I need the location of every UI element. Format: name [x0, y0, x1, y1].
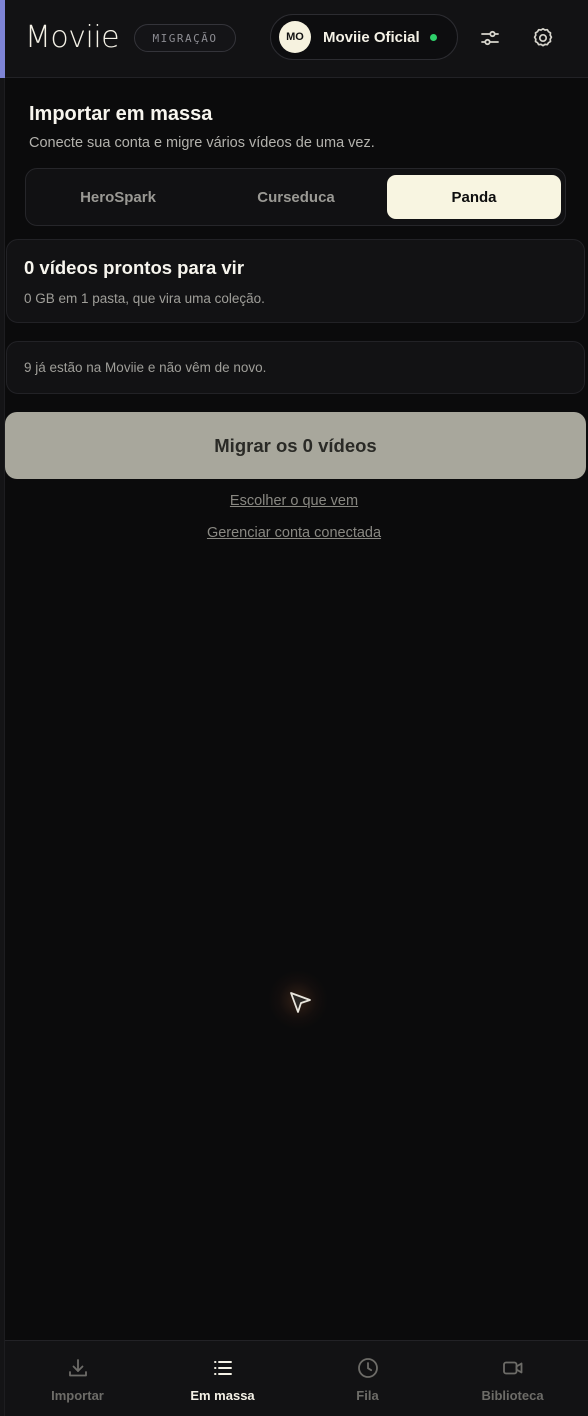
nav-label: Em massa — [190, 1388, 255, 1403]
choose-videos-link[interactable]: Escolher o que vem — [0, 493, 588, 509]
clock-icon — [356, 1356, 380, 1380]
migrate-button[interactable]: Migrar os 0 vídeos — [5, 412, 586, 479]
nav-label: Biblioteca — [481, 1388, 544, 1403]
source-selector: HeroSpark Curseduca Panda — [25, 168, 566, 226]
page-subtitle: Conecte sua conta e migre vários vídeos … — [29, 135, 375, 151]
already-imported-note: 9 já estão na Moviie e não vêm de novo. — [6, 341, 585, 394]
account-name: Moviie Oficial — [323, 28, 420, 46]
ready-size-detail: 0 GB em 1 pasta, que vira uma coleção. — [24, 291, 265, 306]
download-icon — [66, 1356, 90, 1380]
nav-em-massa[interactable]: Em massa — [150, 1341, 295, 1416]
list-icon — [211, 1356, 235, 1380]
gear-icon[interactable] — [531, 26, 555, 50]
manage-account-link[interactable]: Gerenciar conta conectada — [0, 525, 588, 541]
nav-importar[interactable]: Importar — [5, 1341, 150, 1416]
already-imported-text: 9 já estão na Moviie e não vêm de novo. — [24, 360, 267, 375]
online-status-indicator — [429, 33, 437, 41]
tab-panda[interactable]: Panda — [387, 175, 561, 219]
mouse-pointer-icon — [280, 982, 320, 1022]
account-switcher[interactable]: MO Moviie Oficial — [270, 14, 458, 60]
video-camera-icon — [501, 1356, 525, 1380]
tab-herospark[interactable]: HeroSpark — [31, 175, 205, 219]
window-edge — [0, 78, 5, 1416]
ready-summary-card: 0 vídeos prontos para vir 0 GB em 1 past… — [6, 239, 585, 323]
ready-count-heading: 0 vídeos prontos para vir — [24, 257, 245, 278]
tab-curseduca[interactable]: Curseduca — [209, 175, 383, 219]
sliders-icon[interactable] — [478, 26, 502, 50]
nav-fila[interactable]: Fila — [295, 1341, 440, 1416]
nav-label: Importar — [51, 1388, 104, 1403]
app-window: Moviie MIGRAÇÃO MO Moviie Oficial Import… — [0, 0, 588, 1416]
top-bar: Moviie MIGRAÇÃO MO Moviie Oficial — [5, 0, 588, 78]
page-title: Importar em massa — [29, 103, 213, 125]
nav-biblioteca[interactable]: Biblioteca — [440, 1341, 585, 1416]
nav-label: Fila — [356, 1388, 379, 1403]
logo: Moviie — [25, 20, 120, 55]
bottom-navigation: Importar Em massa Fila Biblioteca — [5, 1340, 588, 1416]
mode-badge: MIGRAÇÃO — [134, 24, 236, 52]
avatar: MO — [279, 21, 311, 53]
